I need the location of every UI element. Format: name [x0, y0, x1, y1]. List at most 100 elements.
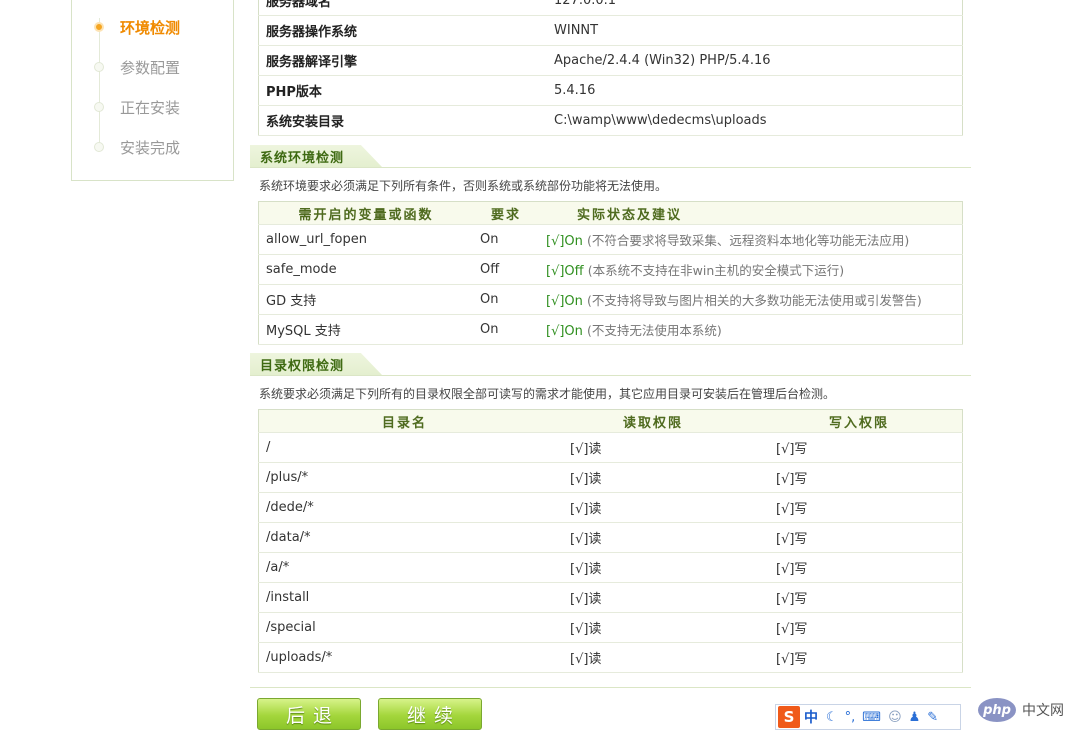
var-status: [√]On (不符合要求将导致采集、远程资料本地化等功能无法应用) [539, 224, 963, 255]
dir-name: /plus/* [258, 462, 550, 493]
step-complete: 安装完成 [94, 137, 180, 157]
table-row: 服务器解译引擎 Apache/2.4.4 (Win32) PHP/5.4.16 [258, 45, 963, 76]
read-permission: [√]读 [550, 462, 756, 493]
read-permission: [√]读 [550, 612, 756, 643]
info-value: WINNT [547, 15, 963, 46]
status-ok: [√]On [546, 324, 583, 339]
table-row: PHP版本 5.4.16 [258, 75, 963, 106]
table-row: /dede/* [√]读 [√]写 [258, 492, 963, 523]
keyboard-icon[interactable]: ⌨ [862, 710, 881, 725]
section-title: 系统环境检测 [250, 145, 382, 167]
column-header: 需开启的变量或函数 [258, 201, 473, 225]
dir-name: /a/* [258, 552, 550, 583]
php-logo-icon: php [978, 698, 1016, 722]
punctuation-icon[interactable]: °, [845, 710, 856, 725]
var-name: GD 支持 [258, 284, 473, 315]
table-row: / [√]读 [√]写 [258, 432, 963, 463]
step-label: 参数配置 [120, 58, 181, 77]
table-row: /data/* [√]读 [√]写 [258, 522, 963, 553]
env-check-description: 系统环境要求必须满足下列所有条件，否则系统或系统部份功能将无法使用。 [259, 179, 668, 193]
status-note: (不符合要求将导致采集、远程资料本地化等功能无法应用) [587, 233, 910, 248]
read-permission: [√]读 [550, 432, 756, 463]
info-key: 服务器域名 [258, 0, 547, 16]
table-row: 服务器操作系统 WINNT [258, 15, 963, 46]
step-env-check: 环境检测 [94, 17, 180, 37]
column-header: 目录名 [258, 409, 550, 433]
info-value: Apache/2.4.4 (Win32) PHP/5.4.16 [547, 45, 963, 76]
step-dot-icon [94, 22, 104, 32]
env-check-section-header: 系统环境检测 [250, 145, 971, 168]
read-permission: [√]读 [550, 642, 756, 673]
var-required: On [473, 314, 539, 345]
write-permission: [√]写 [756, 432, 963, 463]
write-permission: [√]写 [756, 612, 963, 643]
table-row: /a/* [√]读 [√]写 [258, 552, 963, 583]
table-row: 系统安装目录 C:\wamp\www\dedecms\uploads [258, 105, 963, 136]
info-key: 服务器操作系统 [258, 15, 547, 46]
step-label: 正在安装 [120, 98, 181, 117]
step-dot-icon [94, 102, 104, 112]
info-value: 5.4.16 [547, 75, 963, 106]
step-dot-icon [94, 62, 104, 72]
ime-toolbar[interactable]: S 中 ☾ °, ⌨ ☺ ♟ ✎ [775, 704, 961, 730]
dir-name: /uploads/* [258, 642, 550, 673]
ime-mode-toggle[interactable]: 中 [804, 707, 818, 727]
php-cn-watermark: php 中文网 [978, 698, 1064, 722]
write-permission: [√]写 [756, 522, 963, 553]
dir-name: /install [258, 582, 550, 613]
step-track [99, 18, 100, 146]
step-config: 参数配置 [94, 57, 180, 77]
dir-name: / [258, 432, 550, 463]
read-permission: [√]读 [550, 522, 756, 553]
main-content: 服务器域名 127.0.0.1 服务器操作系统 WINNT 服务器解译引擎 Ap… [250, 0, 971, 688]
continue-button[interactable]: 继续 [378, 698, 482, 730]
table-row: /special [√]读 [√]写 [258, 612, 963, 643]
var-name: MySQL 支持 [258, 314, 473, 345]
column-header: 读取权限 [550, 409, 756, 433]
dir-name: /dede/* [258, 492, 550, 523]
var-status: [√]On (不支持将导致与图片相关的大多数功能无法使用或引发警告) [539, 284, 963, 315]
user-icon[interactable]: ☺ [888, 710, 902, 725]
step-installing: 正在安装 [94, 97, 180, 117]
footer-divider [250, 687, 971, 688]
info-key: PHP版本 [258, 75, 547, 106]
read-permission: [√]读 [550, 582, 756, 613]
table-row: GD 支持 On [√]On (不支持将导致与图片相关的大多数功能无法使用或引发… [258, 284, 963, 315]
write-permission: [√]写 [756, 642, 963, 673]
table-row: /plus/* [√]读 [√]写 [258, 462, 963, 493]
table-row: MySQL 支持 On [√]On (不支持无法使用本系统) [258, 314, 963, 345]
table-row: /install [√]读 [√]写 [258, 582, 963, 613]
info-value: 127.0.0.1 [547, 0, 963, 16]
status-note: (不支持将导致与图片相关的大多数功能无法使用或引发警告) [587, 293, 922, 308]
section-title: 目录权限检测 [250, 353, 382, 375]
table-row: allow_url_fopen On [√]On (不符合要求将导致采集、远程资… [258, 224, 963, 255]
write-permission: [√]写 [756, 582, 963, 613]
server-info-table: 服务器域名 127.0.0.1 服务器操作系统 WINNT 服务器解译引擎 Ap… [258, 0, 963, 136]
sogou-logo-icon[interactable]: S [778, 706, 800, 728]
write-permission: [√]写 [756, 552, 963, 583]
install-steps-sidebar: 环境检测 参数配置 正在安装 安装完成 [71, 0, 234, 181]
var-name: safe_mode [258, 254, 473, 285]
watermark-text: 中文网 [1022, 703, 1064, 719]
info-key: 系统安装目录 [258, 105, 547, 136]
moon-icon[interactable]: ☾ [826, 710, 838, 725]
step-label: 环境检测 [120, 18, 181, 37]
back-button[interactable]: 后退 [257, 698, 361, 730]
dir-check-description: 系统要求必须满足下列所有的目录权限全部可读写的需求才能使用，其它应用目录可安装后… [259, 387, 836, 401]
info-value: C:\wamp\www\dedecms\uploads [547, 105, 963, 136]
column-header: 写入权限 [756, 409, 963, 433]
write-permission: [√]写 [756, 462, 963, 493]
env-check-table: 需开启的变量或函数 要求 实际状态及建议 allow_url_fopen On … [258, 201, 963, 345]
status-ok: [√]Off [546, 264, 584, 279]
var-required: Off [473, 254, 539, 285]
status-note: (本系统不支持在非win主机的安全模式下运行) [587, 263, 845, 278]
status-ok: [√]On [546, 234, 583, 249]
column-header: 要求 [473, 201, 539, 225]
shirt-icon[interactable]: ♟ [909, 710, 921, 725]
table-header-row: 需开启的变量或函数 要求 实际状态及建议 [258, 201, 963, 225]
wrench-icon[interactable]: ✎ [927, 710, 938, 725]
dir-name: /data/* [258, 522, 550, 553]
table-row: safe_mode Off [√]Off (本系统不支持在非win主机的安全模式… [258, 254, 963, 285]
table-row: /uploads/* [√]读 [√]写 [258, 642, 963, 673]
read-permission: [√]读 [550, 552, 756, 583]
